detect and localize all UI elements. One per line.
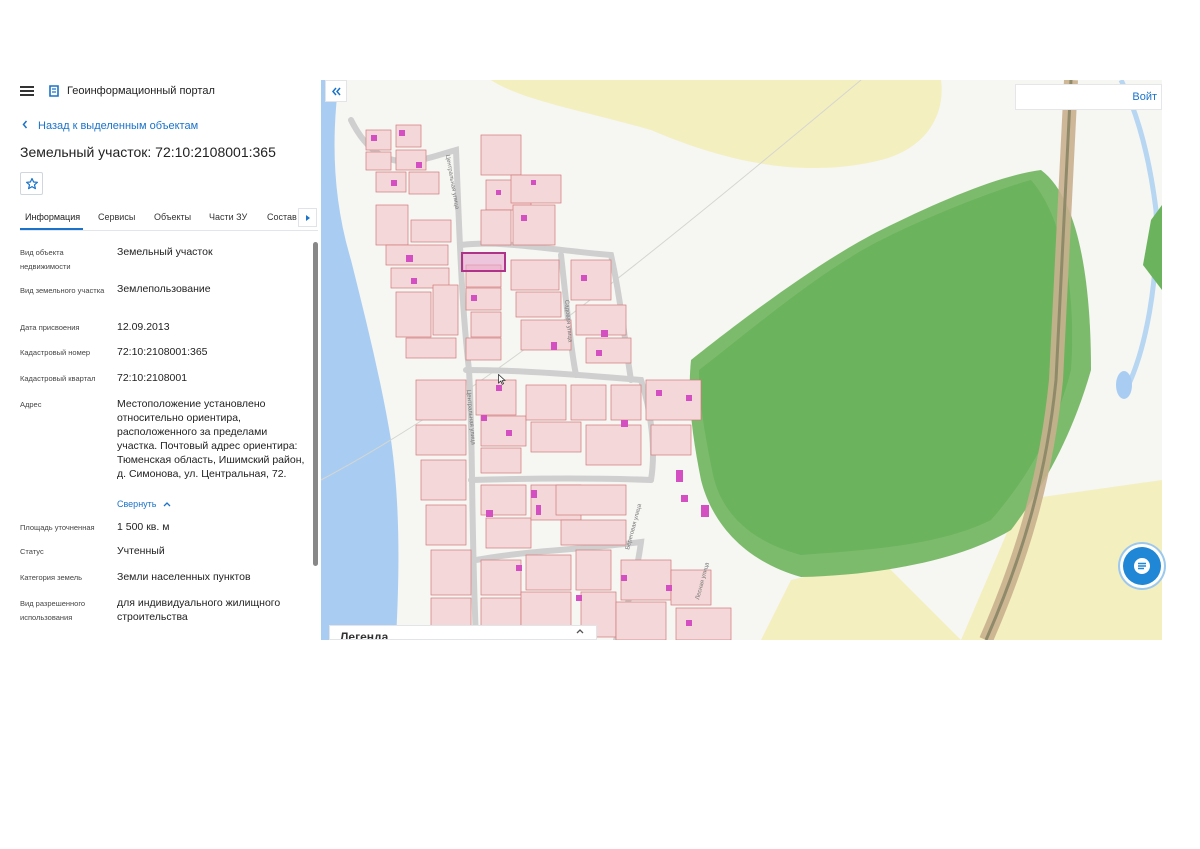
map-canvas[interactable]: Центральная улица Центральная улица Садо… xyxy=(321,80,1162,640)
active-tab-indicator xyxy=(20,228,83,230)
app-title: Геоинформационный портал xyxy=(67,85,215,97)
map-layer: Центральная улица Центральная улица Садо… xyxy=(321,80,1162,640)
property-value: Земли населенных пунктов xyxy=(117,571,251,583)
land-parcels xyxy=(365,124,732,640)
portal-logo-icon xyxy=(49,85,59,97)
tab-information[interactable]: Информация xyxy=(25,212,80,222)
favorite-button[interactable] xyxy=(20,172,43,195)
property-label: Дата присвоения xyxy=(20,323,80,332)
property-label: Категория земель xyxy=(20,573,83,582)
address-value: Местоположение установлено относительно … xyxy=(117,398,305,480)
mouse-cursor-icon xyxy=(498,374,506,385)
property-value: Учтенный xyxy=(117,545,165,557)
property-label: Адрес xyxy=(20,400,42,409)
app-window: Геоинформационный портал Назад к выделен… xyxy=(0,80,1162,640)
chevron-up-icon[interactable] xyxy=(576,628,584,634)
collapse-panel-button[interactable] xyxy=(325,80,347,102)
property-value: Землепользование xyxy=(117,283,211,295)
page-title: Земельный участок: 72:10:2108001:365 xyxy=(20,144,276,160)
collapse-address-link[interactable]: Свернуть xyxy=(117,499,171,509)
property-value: 72:10:2108001 xyxy=(117,372,188,384)
property-value: Земельный участок xyxy=(117,246,213,258)
pond xyxy=(1116,371,1132,399)
property-label: Площадь уточненная xyxy=(20,523,95,532)
top-bar: Геоинформационный портал xyxy=(0,80,320,104)
star-icon xyxy=(26,177,38,190)
field-area xyxy=(491,80,942,169)
selected-parcel[interactable] xyxy=(461,252,506,272)
property-label: Вид объекта недвижимости xyxy=(20,248,71,271)
legend-title: Легенда xyxy=(340,630,389,640)
back-link[interactable]: Назад к выделенным объектам xyxy=(20,120,198,132)
property-value: 1 500 кв. м xyxy=(117,521,170,533)
property-value: 72:10:2108001:365 xyxy=(117,346,208,358)
property-label: Кадастровый квартал xyxy=(20,374,96,383)
chat-button[interactable] xyxy=(1123,547,1161,585)
back-link-label: Назад к выделенным объектам xyxy=(38,120,199,132)
collapse-address-label: Свернуть xyxy=(117,499,157,509)
street-label: Центральная улица xyxy=(465,390,476,446)
login-button[interactable]: Войт xyxy=(1015,84,1162,110)
property-label: Кадастровый номер xyxy=(20,348,91,357)
tab-bar: Информация Сервисы Объекты Части ЗУ Сост… xyxy=(20,208,318,231)
forest-area xyxy=(1143,205,1162,290)
legend-panel[interactable]: Легенда xyxy=(329,625,597,640)
panel-scrollbar[interactable] xyxy=(313,242,318,566)
double-chevron-left-icon xyxy=(332,87,341,96)
login-label: Войт xyxy=(1132,91,1157,103)
property-label: Вид разрешенного использования xyxy=(20,599,86,622)
property-label: Вид земельного участка xyxy=(20,286,105,295)
chevron-right-icon xyxy=(306,215,310,221)
tab-composition[interactable]: Состав xyxy=(267,212,297,222)
tab-parts[interactable]: Части ЗУ xyxy=(209,212,247,222)
menu-icon[interactable] xyxy=(20,86,34,96)
property-label: Статус xyxy=(20,547,44,556)
tab-services[interactable]: Сервисы xyxy=(98,212,135,222)
chat-icon xyxy=(1134,558,1150,574)
tabs-scroll-right-button[interactable] xyxy=(298,208,317,227)
chevron-up-icon xyxy=(163,502,171,507)
info-panel: Геоинформационный портал Назад к выделен… xyxy=(0,80,320,640)
property-value: для индивидуального жилищного строительс… xyxy=(117,597,281,623)
tab-objects[interactable]: Объекты xyxy=(154,212,191,222)
property-value: 12.09.2013 xyxy=(117,321,170,333)
chevron-left-icon xyxy=(22,120,28,129)
